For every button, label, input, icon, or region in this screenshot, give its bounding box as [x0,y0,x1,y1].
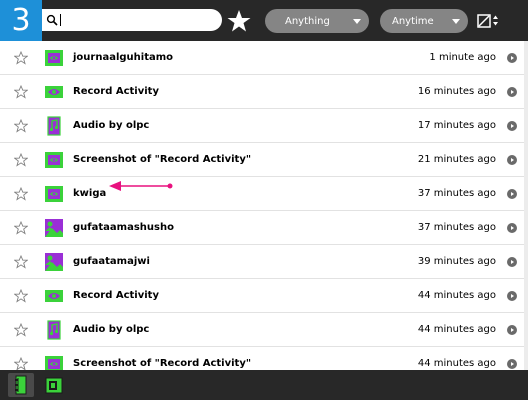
entry-details-icon[interactable] [507,87,517,97]
journal-entry-row[interactable]: gufaatamajwi 39 minutes ago [0,245,528,279]
entry-title[interactable]: gufataamashusho [73,211,174,245]
entry-time: 44 minutes ago [417,324,496,335]
record-activity-icon[interactable] [44,286,64,306]
favorite-star-icon[interactable] [14,255,28,269]
journal-entry-row[interactable]: Record Activity 16 minutes ago [0,75,528,109]
entry-time: 39 minutes ago [417,256,496,267]
entry-title[interactable]: Audio by olpc [73,109,149,143]
entry-title[interactable]: journaalguhitamo [73,41,173,75]
journal-entry-row[interactable]: gufataamashusho 37 minutes ago [0,211,528,245]
favorite-star-icon[interactable] [14,153,28,167]
entry-time: 44 minutes ago [417,290,496,301]
journal-entry-row[interactable]: Audio by olpc 17 minutes ago [0,109,528,143]
search-icon [46,14,58,26]
journal-entry-row[interactable]: journaalguhitamo 1 minute ago [0,41,528,75]
volumes-toolbar [0,370,528,400]
entry-details-icon[interactable] [507,359,517,369]
entry-title[interactable]: Record Activity [73,279,159,313]
entry-details-icon[interactable] [507,53,517,63]
record-activity-icon[interactable] [44,82,64,102]
tutorial-step-badge: 3 [0,0,42,41]
what-filter-dropdown[interactable]: Anything [265,9,369,33]
entry-details-icon[interactable] [507,121,517,131]
entry-details-icon[interactable] [507,155,517,165]
audio-icon[interactable] [44,116,64,136]
entry-details-icon[interactable] [507,223,517,233]
when-filter-dropdown[interactable]: Anytime [380,9,468,33]
what-filter-label: Anything [285,15,330,27]
entry-title[interactable]: Screenshot of "Record Activity" [73,347,251,370]
screenshot-icon[interactable] [44,150,64,170]
entry-title[interactable]: Screenshot of "Record Activity" [73,143,251,177]
journal-volume-icon[interactable] [8,373,34,397]
search-input[interactable] [61,11,211,29]
image-icon[interactable] [44,252,64,272]
chevron-down-icon [452,19,460,24]
documents-volume-icon[interactable] [41,373,67,397]
entry-time: 44 minutes ago [417,358,496,369]
entry-time: 21 minutes ago [417,154,496,165]
favorite-star-icon[interactable] [14,221,28,235]
entry-details-icon[interactable] [507,189,517,199]
entry-title[interactable]: Record Activity [73,75,159,109]
search-box[interactable] [42,9,222,31]
image-icon[interactable] [44,218,64,238]
favorite-star-icon[interactable] [14,51,28,65]
favorite-star-icon[interactable] [14,357,28,370]
activity-write-icon[interactable] [44,48,64,68]
journal-entry-row[interactable]: Screenshot of "Record Activity" 21 minute… [0,143,528,177]
entry-time: 1 minute ago [429,52,496,63]
favorite-star-icon[interactable] [14,289,28,303]
journal-entry-row[interactable]: Screenshot of "Record Activity" 44 minute… [0,347,528,370]
favorite-star-icon[interactable] [14,119,28,133]
journal-toolbar: Anything Anytime [0,0,528,41]
audio-icon[interactable] [44,320,64,340]
favorites-filter-star-icon[interactable] [226,8,252,34]
entry-details-icon[interactable] [507,325,517,335]
entry-time: 37 minutes ago [417,188,496,199]
screenshot-icon[interactable] [44,354,64,370]
favorite-star-icon[interactable] [14,323,28,337]
journal-entry-row[interactable]: kwiga 37 minutes ago [0,177,528,211]
when-filter-label: Anytime [392,15,434,27]
journal-entry-row[interactable]: Audio by olpc 44 minutes ago [0,313,528,347]
entry-time: 17 minutes ago [417,120,496,131]
favorite-star-icon[interactable] [14,85,28,99]
entry-details-icon[interactable] [507,257,517,267]
entry-title[interactable]: kwiga [73,177,106,211]
scrollbar[interactable] [524,41,528,370]
journal-entry-list: journaalguhitamo 1 minute ago Record Activ… [0,41,528,370]
entry-title[interactable]: Audio by olpc [73,313,149,347]
annotation-arrow [109,181,173,191]
favorite-star-icon[interactable] [14,187,28,201]
activity-write-icon[interactable] [44,184,64,204]
sort-icon[interactable] [476,11,500,31]
chevron-down-icon [353,19,361,24]
journal-entry-row[interactable]: Record Activity 44 minutes ago [0,279,528,313]
entry-details-icon[interactable] [507,291,517,301]
entry-title[interactable]: gufaatamajwi [73,245,150,279]
entry-time: 37 minutes ago [417,222,496,233]
entry-time: 16 minutes ago [417,86,496,97]
